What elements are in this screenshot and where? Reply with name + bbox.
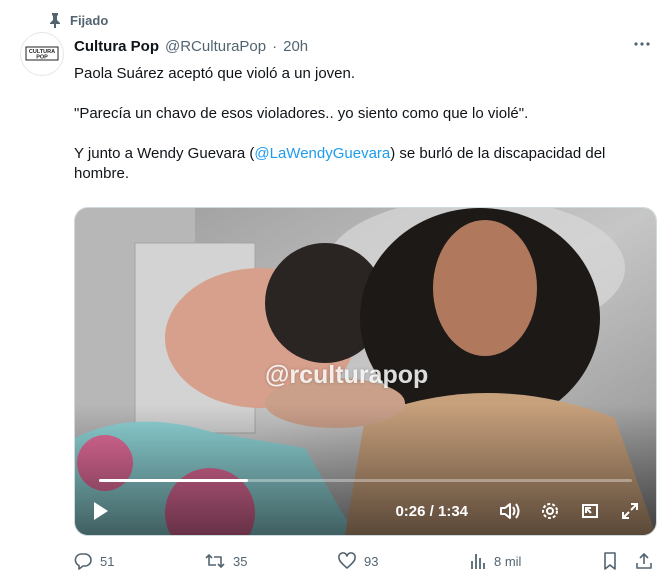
retweet-button[interactable]: 35 (205, 552, 247, 570)
volume-icon[interactable] (498, 499, 522, 523)
retweet-icon (205, 554, 225, 568)
video-progress-bar[interactable] (99, 479, 632, 482)
retweet-count: 35 (233, 553, 248, 569)
like-count: 93 (364, 553, 379, 569)
bookmark-icon (604, 552, 616, 570)
avatar[interactable]: CULTURA POP (20, 32, 64, 76)
reply-icon (74, 553, 92, 570)
tweet-line-3-pre: Y junto a Wendy Guevara ( (74, 145, 255, 162)
video-controls: 0:26 / 1:34 (75, 494, 656, 528)
separator-dot: · (272, 38, 278, 55)
tweet-actions: 51 35 93 8 mil (74, 550, 652, 572)
pin-icon (48, 12, 62, 28)
video-player[interactable]: @rculturapop 0:26 / 1:34 (74, 207, 657, 536)
author-name[interactable]: Cultura Pop (74, 38, 159, 55)
reply-button[interactable]: 51 (74, 552, 114, 570)
tweet-line-1: Paola Suárez aceptó que violó a un joven… (74, 65, 356, 82)
mention-link[interactable]: @LaWendyGuevara (254, 145, 390, 162)
tweet-text: Paola Suárez aceptó que violó a un joven… (74, 64, 652, 204)
pip-icon[interactable] (578, 499, 602, 523)
share-button[interactable] (635, 552, 653, 570)
views-count: 8 mil (494, 553, 522, 569)
fullscreen-icon[interactable] (618, 499, 642, 523)
bookmark-button[interactable] (602, 552, 618, 570)
like-button[interactable]: 93 (338, 552, 378, 570)
tweet-line-3: Y junto a Wendy Guevara (@LaWendyGuevara… (74, 144, 652, 184)
svg-text:POP: POP (36, 55, 48, 61)
pinned-text: Fijado (70, 12, 109, 28)
analytics-icon (471, 554, 485, 569)
author-handle[interactable]: @RCulturaPop (165, 38, 266, 55)
tweet-line-2: "Parecía un chavo de esos violadores.. y… (74, 105, 529, 122)
pinned-label: Fijado (48, 12, 108, 28)
share-icon (636, 553, 652, 569)
more-options-icon[interactable] (632, 34, 652, 59)
tweet-time[interactable]: 20h (283, 38, 308, 55)
video-time: 0:26 / 1:34 (395, 502, 468, 520)
video-watermark: @rculturapop (265, 361, 429, 389)
reply-count: 51 (100, 553, 115, 569)
heart-icon (338, 552, 356, 569)
video-progress-fill (99, 479, 249, 482)
tweet-header: Cultura Pop @RCulturaPop · 20h (74, 34, 652, 59)
cultura-pop-logo: CULTURA POP (25, 46, 59, 61)
views-button[interactable]: 8 mil (470, 552, 521, 570)
play-icon[interactable] (89, 499, 113, 523)
settings-gear-icon[interactable] (538, 499, 562, 523)
